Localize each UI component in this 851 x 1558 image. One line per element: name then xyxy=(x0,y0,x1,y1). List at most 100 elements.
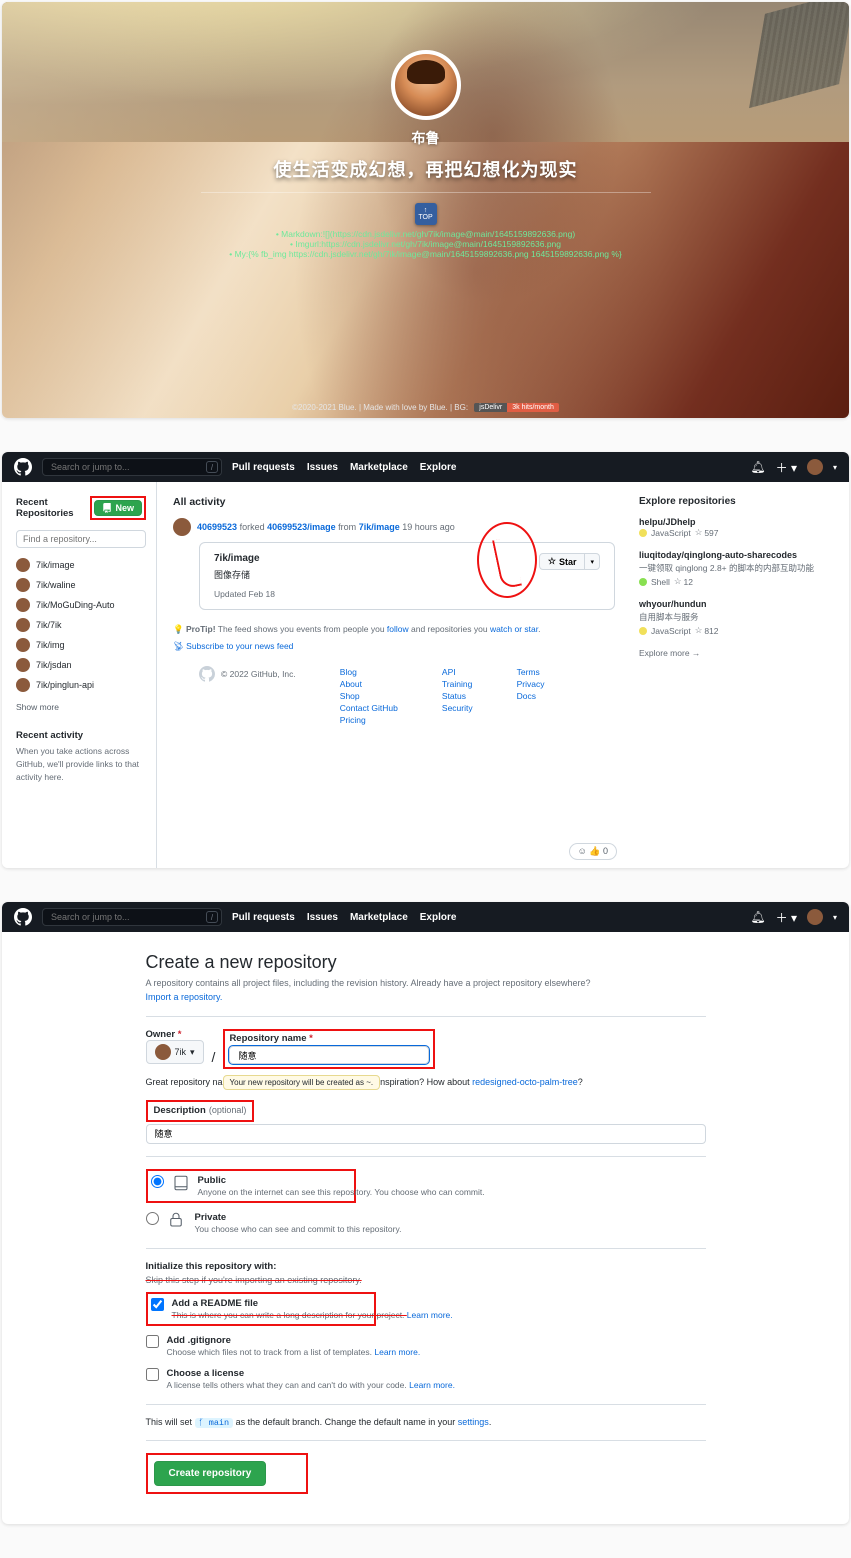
bell-icon[interactable]: 🔔︎ xyxy=(750,460,765,474)
protip: 💡 ProTip! The feed shows you events from… xyxy=(173,624,615,635)
lock-icon xyxy=(167,1211,187,1229)
repo-link[interactable]: 7ik/jsdan xyxy=(36,660,72,670)
repo-avatar xyxy=(16,558,30,572)
subscribe-link[interactable]: 📡︎ Subscribe to your news feed xyxy=(173,641,615,652)
header-avatar[interactable] xyxy=(807,909,823,925)
event-repo[interactable]: 40699523/image xyxy=(267,522,336,532)
header-avatar[interactable] xyxy=(807,459,823,475)
search-input[interactable] xyxy=(42,458,222,476)
footer-link[interactable]: Status xyxy=(442,690,473,702)
explore-repo-link[interactable]: liuqitoday/qinglong-auto-sharecodes xyxy=(639,550,797,560)
settings-link[interactable]: settings xyxy=(458,1417,489,1427)
footer-link[interactable]: Contact GitHub xyxy=(340,702,398,714)
repo-link[interactable]: 7ik/waline xyxy=(36,580,76,590)
feedback-pill[interactable]: ☺ 👍 0 xyxy=(569,843,617,860)
card-updated: Updated Feb 18 xyxy=(214,589,275,599)
lang-label: JavaScript xyxy=(651,626,691,636)
github-logo-icon[interactable] xyxy=(14,908,32,926)
learn-more-link[interactable]: Learn more. xyxy=(407,1310,453,1320)
profile-name: 布鲁 xyxy=(2,128,849,148)
learn-more-link[interactable]: Learn more. xyxy=(409,1380,455,1390)
footer-link[interactable]: Pricing xyxy=(340,714,398,726)
event-src-repo[interactable]: 7ik/image xyxy=(359,522,400,532)
import-link[interactable]: Import a repository. xyxy=(146,992,223,1002)
footer-link[interactable]: Terms xyxy=(517,666,545,678)
repo-link[interactable]: 7ik/image xyxy=(36,560,75,570)
event-user[interactable]: 40699523 xyxy=(197,522,237,532)
nav-pull-requests[interactable]: Pull requests xyxy=(232,462,295,473)
new-repo-button[interactable]: New xyxy=(94,500,142,516)
add-readme-checkbox[interactable] xyxy=(151,1298,164,1311)
badge-value: 3k hits/month xyxy=(507,403,559,412)
header-search[interactable]: / xyxy=(42,458,222,476)
create-repository-button[interactable]: Create repository xyxy=(154,1461,267,1486)
hero-link-imgurl[interactable]: Imgurl:https://cdn.jsdelivr.net/gh/7ik/i… xyxy=(2,239,849,249)
header-nav: Pull requests Issues Marketplace Explore xyxy=(232,462,456,473)
star-dropdown[interactable]: ▾ xyxy=(585,553,600,570)
footer-link[interactable]: Shop xyxy=(340,690,398,702)
show-more-link[interactable]: Show more xyxy=(16,702,59,712)
explore-repo-link[interactable]: whyour/hundun xyxy=(639,599,707,609)
repo-link[interactable]: 7ik/img xyxy=(36,640,65,650)
nav-issues[interactable]: Issues xyxy=(307,462,338,473)
owner-avatar xyxy=(155,1044,171,1060)
lang-label: Shell xyxy=(651,577,670,587)
star-button[interactable]: ☆ Star xyxy=(539,553,586,570)
repo-avatar xyxy=(16,598,30,612)
avatar-caret-icon[interactable]: ▾ xyxy=(833,913,837,922)
nav-marketplace[interactable]: Marketplace xyxy=(350,912,408,923)
search-input[interactable] xyxy=(42,908,222,926)
plus-icon[interactable]: ＋ ▾ xyxy=(776,459,797,476)
footer-link[interactable]: Training xyxy=(442,678,473,690)
footer-copyright: © 2022 GitHub, Inc. xyxy=(221,669,296,679)
suggested-name-link[interactable]: redesigned-octo-palm-tree xyxy=(472,1077,578,1087)
nav-explore[interactable]: Explore xyxy=(420,912,457,923)
lang-label: JavaScript xyxy=(651,528,691,538)
hero-section: 布鲁 使生活变成幻想，再把幻想化为现实 ↑TOP Markdown:![](ht… xyxy=(2,2,849,418)
nav-pull-requests[interactable]: Pull requests xyxy=(232,912,295,923)
footer-link[interactable]: Blog xyxy=(340,666,398,678)
choose-license-checkbox[interactable] xyxy=(146,1368,159,1381)
footer-link[interactable]: API xyxy=(442,666,473,678)
card-desc: 图像存储 xyxy=(214,568,275,581)
github-logo-icon[interactable] xyxy=(14,458,32,476)
footer-link[interactable]: Privacy xyxy=(517,678,545,690)
repo-link[interactable]: 7ik/7ik xyxy=(36,620,62,630)
description-input[interactable] xyxy=(146,1124,706,1144)
owner-select[interactable]: 7ik ▾ xyxy=(146,1040,204,1064)
nav-issues[interactable]: Issues xyxy=(307,912,338,923)
bell-icon[interactable]: 🔔︎ xyxy=(750,910,765,924)
find-repo-input[interactable] xyxy=(16,530,146,548)
hero-link-my[interactable]: My:{% fb_img https://cdn.jsdelivr.net/gh… xyxy=(2,249,849,259)
footer-link[interactable]: About xyxy=(340,678,398,690)
nav-explore[interactable]: Explore xyxy=(420,462,457,473)
footer-link[interactable]: Docs xyxy=(517,690,545,702)
feed-event: 40699523 forked 40699523/image from 7ik/… xyxy=(173,518,615,536)
repo-link[interactable]: 7ik/MoGuDing-Auto xyxy=(36,600,115,610)
footer-link[interactable]: Security xyxy=(442,702,473,714)
upload-icon[interactable]: ↑TOP xyxy=(415,203,437,225)
star-label: Star xyxy=(559,557,577,567)
hero-link-markdown[interactable]: Markdown:![](https://cdn.jsdelivr.net/gh… xyxy=(2,229,849,239)
learn-more-link[interactable]: Learn more. xyxy=(374,1347,420,1357)
card-title[interactable]: 7ik/image xyxy=(214,553,275,564)
repo-icon xyxy=(102,503,112,513)
explore-more-link[interactable]: Explore more → xyxy=(639,648,700,658)
protip-watch-link[interactable]: watch or star xyxy=(490,624,538,634)
protip-follow-link[interactable]: follow xyxy=(387,624,409,634)
plus-icon[interactable]: ＋ ▾ xyxy=(776,909,797,926)
feedback-count: 0 xyxy=(603,846,608,856)
visibility-private-radio[interactable] xyxy=(146,1212,159,1225)
explore-repo-link[interactable]: helpu/JDhelp xyxy=(639,517,696,527)
event-time: 19 hours ago xyxy=(402,522,455,532)
add-gitignore-checkbox[interactable] xyxy=(146,1335,159,1348)
reponame-input[interactable] xyxy=(229,1046,429,1064)
repo-link[interactable]: 7ik/pinglun-api xyxy=(36,680,94,690)
nav-marketplace[interactable]: Marketplace xyxy=(350,462,408,473)
header-search[interactable]: / xyxy=(42,908,222,926)
visibility-public-radio[interactable] xyxy=(151,1175,164,1188)
repo-item: 7ik/img xyxy=(16,636,146,656)
great-q: ? xyxy=(578,1077,583,1087)
header-nav: Pull requests Issues Marketplace Explore xyxy=(232,912,456,923)
avatar-caret-icon[interactable]: ▾ xyxy=(833,463,837,472)
